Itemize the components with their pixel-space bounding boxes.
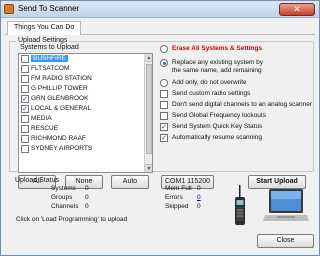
system-label: FLTSATCOM: [31, 65, 70, 72]
status-channels-value: 0: [85, 203, 89, 210]
erase-all-radio[interactable]: [160, 45, 168, 53]
upload-option-row[interactable]: Send custom radio settings: [160, 90, 312, 99]
system-checkbox[interactable]: [21, 145, 29, 153]
system-checkbox[interactable]: [21, 125, 29, 133]
status-systems-label: Systems: [51, 185, 76, 192]
system-list-item[interactable]: SYDNEY AIRPORTS: [19, 144, 152, 154]
upload-option-label: Send custom radio settings: [172, 90, 251, 97]
system-label: RICHMOND RAAF: [31, 135, 86, 142]
upload-option-row[interactable]: ✓ Send System Quick Key Status: [160, 123, 312, 132]
upload-option-label: Automatically resume scanning: [172, 134, 262, 141]
system-checkbox[interactable]: [21, 135, 29, 143]
system-list-item[interactable]: RESCUE: [19, 124, 152, 134]
system-label: FM RADIO STATION: [31, 75, 92, 82]
upload-status-label: Upload Status: [15, 177, 59, 184]
upload-settings-label: Upload Settings: [16, 37, 70, 44]
system-checkbox[interactable]: ✓: [21, 105, 29, 113]
system-label: MEDIA: [31, 115, 52, 122]
status-channels-label: Channels: [51, 203, 79, 210]
upload-option-label: Send System Quick Key Status: [172, 123, 263, 130]
tab-bar: Things You Can Do: [5, 21, 315, 35]
systems-list-scrollbar[interactable]: ▲ ▼: [144, 54, 152, 172]
upload-option-checkbox[interactable]: [160, 112, 168, 120]
upload-option-checkbox[interactable]: [160, 101, 168, 109]
close-icon: ✕: [293, 4, 301, 14]
replace-existing-radio[interactable]: [160, 59, 168, 67]
system-label: GRN GLENBROOK: [31, 95, 89, 102]
upload-option-row[interactable]: Send Global Frequency lockouts: [160, 112, 312, 121]
upload-option-checkbox[interactable]: ✓: [160, 123, 168, 131]
close-button[interactable]: Close: [257, 234, 314, 248]
upload-option-label: Don't send digital channels to an analog…: [172, 101, 313, 108]
upload-option-row[interactable]: ✓ Automatically resume scanning: [160, 134, 312, 143]
upload-option-row[interactable]: Don't send digital channels to an analog…: [160, 101, 312, 110]
system-list-item[interactable]: MEDIA: [19, 114, 152, 124]
status-groups-value: 0: [85, 194, 89, 201]
system-checkbox[interactable]: [21, 55, 29, 63]
system-checkbox[interactable]: [21, 75, 29, 83]
system-label: BUSHFIRE: [31, 55, 68, 62]
system-list-item[interactable]: G PHILLIP TOWER: [19, 84, 152, 94]
replace-existing-option[interactable]: Replace any existing system by the same …: [160, 59, 310, 75]
status-errors-label: Errors: [165, 194, 183, 201]
add-only-label: Add only, do not overwrite: [172, 79, 247, 86]
tab-things-you-can-do[interactable]: Things You Can Do: [7, 21, 82, 35]
upload-option-checkbox[interactable]: [160, 90, 168, 98]
upload-option-checkbox[interactable]: ✓: [160, 134, 168, 142]
status-systems-value: 0: [85, 185, 89, 192]
upload-hint: Click on 'Load Programming' to upload: [16, 216, 128, 223]
status-groups-label: Groups: [51, 194, 73, 201]
system-list-item[interactable]: FM RADIO STATION: [19, 74, 152, 84]
system-checkbox[interactable]: [21, 85, 29, 93]
add-only-radio[interactable]: [160, 79, 168, 87]
system-list-item[interactable]: BUSHFIRE: [19, 54, 152, 64]
scroll-thumb[interactable]: [146, 64, 152, 154]
system-label: LOCAL & GENERAL: [31, 105, 92, 112]
status-skipped-value: 0: [197, 203, 201, 210]
erase-all-option[interactable]: Erase All Systems & Settings: [160, 45, 310, 54]
app-icon: [4, 4, 14, 14]
status-errors-link[interactable]: 0: [197, 194, 201, 201]
systems-to-upload-label: Systems to Upload: [20, 44, 79, 51]
systems-list[interactable]: BUSHFIRE FLTSATCOM FM RADIO STATION G PHILL…: [18, 53, 153, 173]
upload-option-label: Send Global Frequency lockouts: [172, 112, 266, 119]
add-only-option[interactable]: Add only, do not overwrite: [160, 79, 310, 88]
system-list-item[interactable]: FLTSATCOM: [19, 64, 152, 74]
status-memfull-value: 0: [197, 185, 201, 192]
window-title: Send To Scanner: [18, 4, 80, 13]
erase-all-label: Erase All Systems & Settings: [172, 45, 263, 52]
system-checkbox[interactable]: [21, 115, 29, 123]
title-bar: Send To Scanner ✕: [1, 1, 319, 18]
system-list-item[interactable]: ✓ LOCAL & GENERAL: [19, 104, 152, 114]
system-checkbox[interactable]: [21, 65, 29, 73]
system-label: RESCUE: [31, 125, 59, 132]
scroll-up-icon[interactable]: ▲: [145, 54, 152, 62]
system-list-item[interactable]: ✓ GRN GLENBROOK: [19, 94, 152, 104]
system-checkbox[interactable]: ✓: [21, 95, 29, 103]
system-list-item[interactable]: RICHMOND RAAF: [19, 134, 152, 144]
scroll-down-icon[interactable]: ▼: [145, 164, 152, 172]
status-memfull-label: Mem Full: [165, 185, 192, 192]
laptop-icon: [263, 189, 309, 223]
replace-existing-label-1: Replace any existing system by: [172, 59, 264, 66]
send-to-scanner-window: Send To Scanner ✕ Things You Can Do Uplo…: [0, 0, 320, 256]
system-label: G PHILLIP TOWER: [31, 85, 88, 92]
status-skipped-label: Skipped: [165, 203, 189, 210]
window-close-button[interactable]: ✕: [279, 3, 315, 16]
handheld-scanner-icon: [233, 185, 247, 227]
replace-existing-label-2: the same name, add remaining: [172, 67, 262, 74]
system-label: SYDNEY AIRPORTS: [31, 145, 93, 152]
